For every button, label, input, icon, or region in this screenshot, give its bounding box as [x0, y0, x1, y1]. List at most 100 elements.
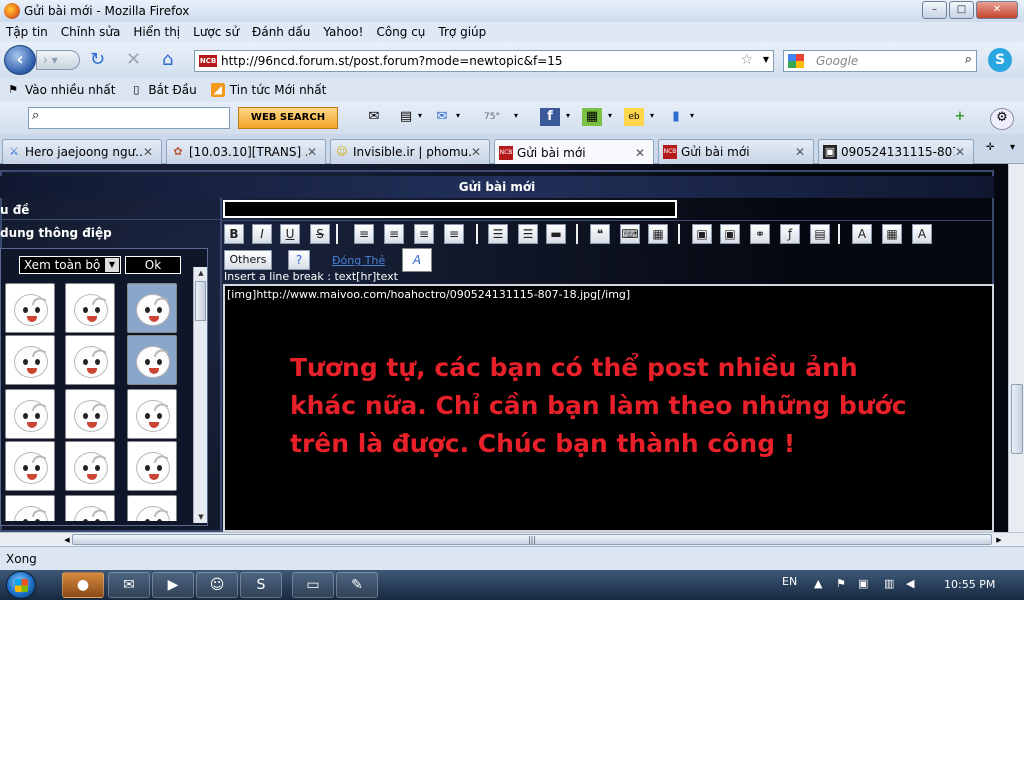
- mail-icon[interactable]: ✉: [432, 108, 452, 126]
- tab-2[interactable]: ✿ [10.03.10][TRANS] ... ✕: [166, 139, 326, 164]
- close-tab-icon[interactable]: ✕: [307, 145, 321, 159]
- dropdown-icon[interactable]: ▾: [514, 111, 518, 120]
- addons-icon[interactable]: ▮: [666, 108, 686, 126]
- close-tab-icon[interactable]: ✕: [795, 145, 809, 159]
- menu-history[interactable]: Lược sử: [193, 25, 239, 39]
- close-tab-icon[interactable]: ✕: [955, 145, 969, 159]
- smiley-icon[interactable]: [65, 495, 115, 521]
- settings-gear-icon[interactable]: ⚙: [990, 108, 1014, 130]
- message-text[interactable]: [img]http://www.maivoo.com/hoahoctro/090…: [227, 288, 630, 301]
- messenger-icon[interactable]: ✉: [364, 108, 384, 126]
- smiley-icon[interactable]: [127, 283, 177, 333]
- bookmark-star-icon[interactable]: ☆: [740, 52, 753, 68]
- host-image-button[interactable]: ▣: [692, 224, 712, 244]
- reload-icon[interactable]: ↻: [90, 50, 105, 70]
- scroll-up-icon[interactable]: ▲: [194, 267, 208, 279]
- bookmark-most-visited[interactable]: ⚑ Vào nhiều nhất: [6, 83, 115, 97]
- smiley-icon[interactable]: [65, 283, 115, 333]
- numbered-list-button[interactable]: ☰: [518, 224, 538, 244]
- smiley-icon[interactable]: [127, 441, 177, 491]
- align-center-button[interactable]: ≡: [384, 224, 404, 244]
- smiley-icon[interactable]: [5, 389, 55, 439]
- url-dropdown-icon[interactable]: ▼: [763, 55, 769, 64]
- video-button[interactable]: ▤: [810, 224, 830, 244]
- photo-icon[interactable]: ▦: [582, 108, 602, 126]
- flag-icon[interactable]: ⚑: [836, 577, 846, 590]
- tab-4-active[interactable]: NCB Gửi bài mới ✕: [494, 139, 654, 165]
- font-button[interactable]: A: [912, 224, 932, 244]
- smiley-icon[interactable]: [5, 495, 55, 521]
- align-right-button[interactable]: ≡: [414, 224, 434, 244]
- smiley-icon[interactable]: [5, 283, 55, 333]
- bold-button[interactable]: B: [224, 224, 244, 244]
- scroll-down-icon[interactable]: ▼: [194, 511, 208, 523]
- scroll-right-icon[interactable]: ▶: [992, 533, 1006, 547]
- smiley-icon[interactable]: [127, 495, 177, 521]
- bookmark-latest-news[interactable]: ◢ Tin tức Mới nhất: [210, 83, 326, 97]
- smiley-ok-button[interactable]: Ok: [125, 256, 181, 274]
- toolbar-search-input[interactable]: ⌕: [28, 107, 230, 129]
- bullet-list-button[interactable]: ☰: [488, 224, 508, 244]
- search-bar[interactable]: Google ⌕: [783, 50, 977, 72]
- close-tags-link[interactable]: Đóng Thẻ: [332, 254, 385, 267]
- font-style-button[interactable]: A: [402, 248, 432, 272]
- table-button[interactable]: ▦: [648, 224, 668, 244]
- dropdown-icon[interactable]: ▾: [690, 111, 694, 120]
- smiley-icon[interactable]: [127, 335, 177, 385]
- notes-icon[interactable]: ▤: [396, 108, 416, 126]
- taskbar-smiley-app[interactable]: ☺: [196, 572, 238, 598]
- add-icon[interactable]: +: [950, 108, 970, 126]
- dropdown-icon[interactable]: ▾: [418, 111, 422, 120]
- google-icon[interactable]: [788, 54, 804, 68]
- search-icon[interactable]: ⌕: [965, 52, 972, 67]
- tab-1[interactable]: ⚔ Hero jaejoong ngư... ✕: [2, 139, 162, 164]
- page-vertical-scrollbar[interactable]: [1008, 164, 1024, 532]
- dropdown-icon[interactable]: ▾: [566, 111, 570, 120]
- dropdown-icon[interactable]: ▾: [456, 111, 460, 120]
- close-tab-icon[interactable]: ✕: [143, 145, 157, 159]
- web-search-button[interactable]: WEB SEARCH: [238, 107, 338, 129]
- menu-help[interactable]: Trợ giúp: [438, 25, 486, 39]
- address-bar[interactable]: NCB http://96ncd.forum.st/post.forum?mod…: [194, 50, 774, 72]
- align-left-button[interactable]: ≡: [354, 224, 374, 244]
- taskbar-media-player[interactable]: ▶: [152, 572, 194, 598]
- italic-button[interactable]: I: [252, 224, 272, 244]
- hr-button[interactable]: ▬: [546, 224, 566, 244]
- menu-file[interactable]: Tập tin: [6, 25, 48, 39]
- close-tab-icon[interactable]: ✕: [635, 146, 649, 160]
- smiley-icon[interactable]: [65, 335, 115, 385]
- color-button[interactable]: ▦: [882, 224, 902, 244]
- start-button[interactable]: [6, 571, 36, 599]
- network-icon[interactable]: ▥: [884, 577, 894, 590]
- underline-button[interactable]: U: [280, 224, 300, 244]
- smiley-scrollbar[interactable]: ▲ ▼: [193, 267, 207, 523]
- ebay-icon[interactable]: eb: [624, 108, 644, 126]
- tab-5[interactable]: NCB Gửi bài mới ✕: [658, 139, 814, 164]
- close-window-button[interactable]: ✕: [976, 1, 1018, 19]
- smiley-icon[interactable]: [65, 441, 115, 491]
- bookmark-getting-started[interactable]: ▯ Bắt Đầu: [129, 83, 196, 97]
- code-button[interactable]: ⌨: [620, 224, 640, 244]
- url-text[interactable]: http://96ncd.forum.st/post.forum?mode=ne…: [221, 54, 563, 68]
- tab-6[interactable]: ▣ 090524131115-807-... ✕: [818, 139, 974, 164]
- smiley-icon[interactable]: [65, 389, 115, 439]
- tab-3[interactable]: ☺ Invisible.ir | phomu... ✕: [330, 139, 490, 164]
- smiley-icon[interactable]: [5, 335, 55, 385]
- smiley-category-select[interactable]: Xem toàn bộ ▼: [19, 256, 121, 274]
- tab-scroll-icon[interactable]: ▾: [1010, 142, 1015, 153]
- search-placeholder[interactable]: Google: [816, 54, 858, 68]
- taskbar-paint[interactable]: ✎: [336, 572, 378, 598]
- taskbar-skype[interactable]: S: [240, 572, 282, 598]
- back-button[interactable]: ‹: [4, 45, 36, 75]
- menu-tools[interactable]: Công cụ: [376, 25, 425, 39]
- justify-button[interactable]: ≡: [444, 224, 464, 244]
- taskbar-folder[interactable]: ▭: [292, 572, 334, 598]
- help-icon[interactable]: ?: [288, 250, 310, 270]
- maximize-button[interactable]: □: [949, 1, 974, 19]
- stop-icon[interactable]: ✕: [126, 50, 141, 70]
- link-button[interactable]: ⚭: [750, 224, 770, 244]
- tab-list-icon[interactable]: ✛: [986, 142, 994, 153]
- minimize-button[interactable]: –: [922, 1, 947, 19]
- language-indicator[interactable]: EN: [782, 575, 797, 588]
- close-tab-icon[interactable]: ✕: [471, 145, 485, 159]
